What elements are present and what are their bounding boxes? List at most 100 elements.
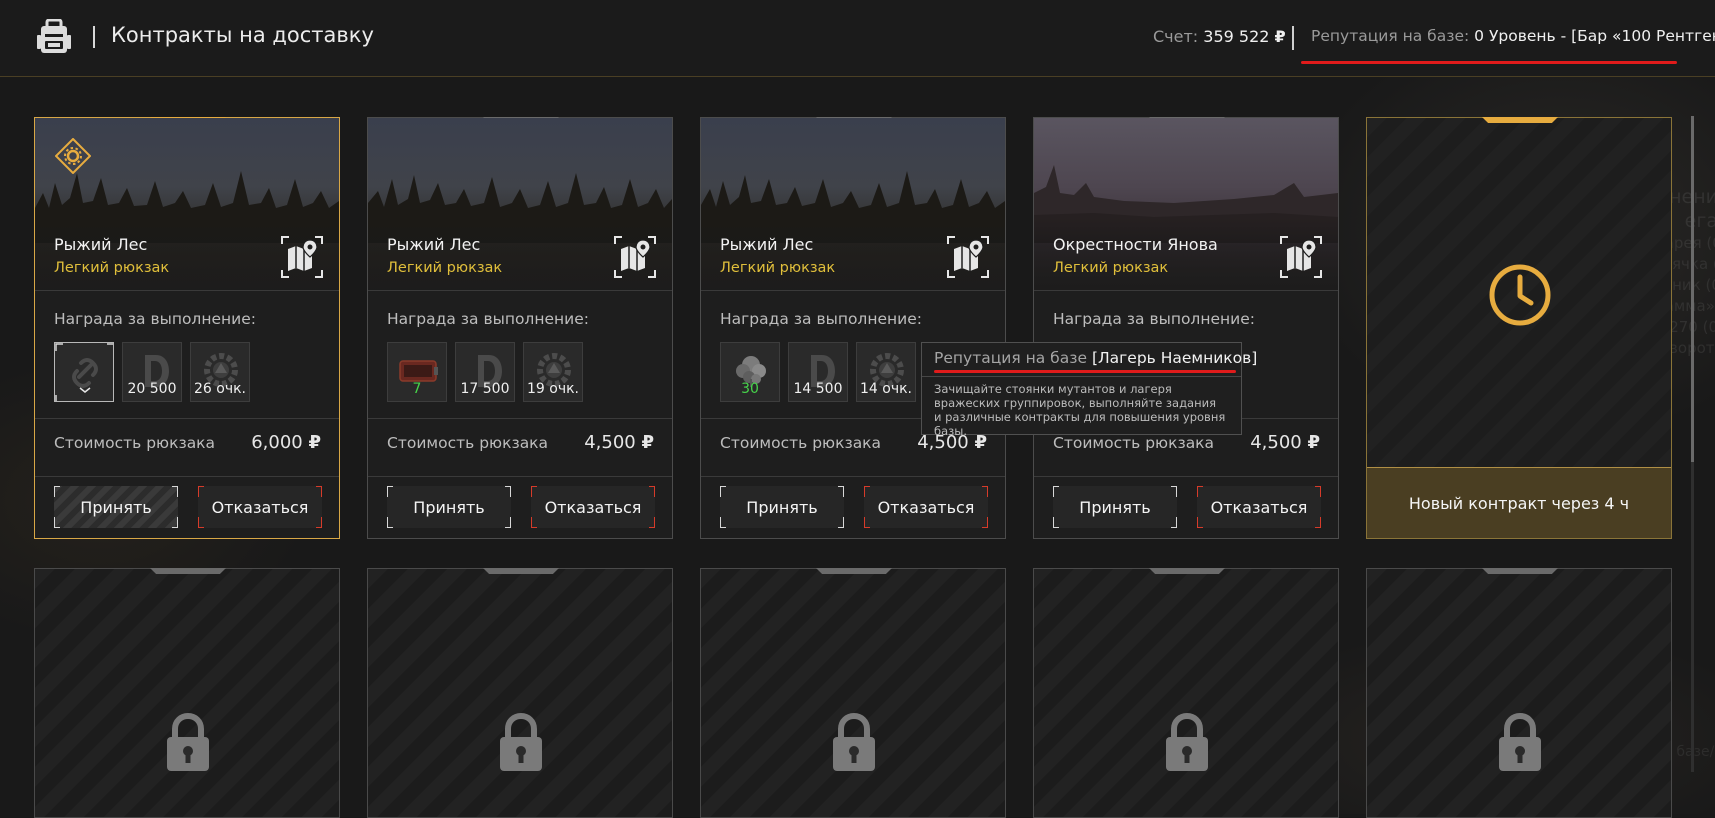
reward-label: Награда за выполнение: — [54, 310, 256, 328]
card-tab — [1149, 568, 1225, 574]
ruble-icon: ₽ — [641, 432, 654, 453]
reward-item-selector[interactable] — [54, 342, 114, 402]
decline-button[interactable]: Отказаться — [198, 486, 322, 528]
red-underline-annotation — [1301, 61, 1677, 64]
decline-button-label: Отказаться — [877, 497, 975, 517]
ruble-icon: ₽ — [1307, 432, 1320, 453]
backpack-type: Легкий рюкзак — [387, 260, 503, 276]
new-contract-timer: Новый контракт через 4 ч — [1367, 467, 1671, 538]
accept-button[interactable]: Принять — [387, 486, 511, 528]
accept-button[interactable]: Принять — [720, 486, 844, 528]
reward-item: 7 — [387, 342, 447, 402]
card-tab — [816, 568, 892, 574]
location-name: Рыжий Лес — [54, 235, 148, 254]
scrollbar-thumb[interactable] — [1691, 116, 1694, 462]
decline-button-label: Отказаться — [544, 497, 642, 517]
reputation-label: Репутация на базе: — [1311, 27, 1470, 45]
backpack-icon — [37, 19, 71, 53]
reward-value: 20 500 — [127, 381, 177, 397]
decline-button[interactable]: Отказаться — [1197, 486, 1321, 528]
card-tab — [483, 568, 559, 574]
page-title: Контракты на доставку — [111, 23, 374, 47]
decline-button-label: Отказаться — [1210, 497, 1308, 517]
cost-amount: 4,500 — [1250, 432, 1302, 453]
backpack-type: Легкий рюкзак — [54, 260, 170, 276]
reward-label: Награда за выполнение: — [720, 310, 922, 328]
reward-label: Награда за выполнение: — [1053, 310, 1255, 328]
reward-item: 19 очк. — [523, 342, 583, 402]
backpack-type: Легкий рюкзак — [1053, 260, 1169, 276]
divider — [35, 418, 339, 419]
reward-label: Награда за выполнение: — [387, 310, 589, 328]
reward-item[interactable]: 14 очк. — [856, 342, 916, 402]
ruble-icon: ₽ — [308, 432, 321, 453]
reward-value: 14 очк. — [859, 381, 912, 397]
decline-button-label: Отказаться — [211, 497, 309, 517]
clock-icon — [1489, 264, 1551, 326]
contract-card[interactable]: Окрестности Янова Легкий рюкзак Награда … — [1033, 117, 1339, 539]
location-name: Рыжий Лес — [387, 235, 481, 254]
lock-icon — [167, 713, 209, 771]
tooltip-title: Репутация на базе [Лагерь Наемников] — [934, 349, 1257, 367]
map-icon[interactable] — [281, 236, 323, 278]
reputation-display[interactable]: Репутация на базе: 0 Уровень - [Бар «100… — [1311, 27, 1715, 45]
reputation-value: 0 Уровень - [Бар «100 Рентген»] — [1474, 27, 1715, 45]
backpack-cost-label: Стоимость рюкзака — [387, 434, 549, 452]
map-icon[interactable] — [614, 236, 656, 278]
cost-amount: 4,500 — [584, 432, 636, 453]
divider — [368, 290, 672, 291]
decline-button[interactable]: Отказаться — [531, 486, 655, 528]
contract-card[interactable]: Рыжий Лес Легкий рюкзак Награда за выпол… — [34, 117, 340, 539]
divider — [368, 418, 672, 419]
accept-button[interactable]: Принять — [54, 486, 178, 528]
lock-icon — [500, 713, 542, 771]
decline-button[interactable]: Отказаться — [864, 486, 988, 528]
diamond-gear-icon — [55, 138, 91, 174]
score-display: Счет: 359 522 ₽ — [1153, 27, 1286, 46]
lock-icon — [1499, 713, 1541, 771]
backpack-cost-label: Стоимость рюкзака — [720, 434, 882, 452]
backpack-cost-value: 6,000 ₽ — [251, 432, 321, 453]
accept-button-label: Принять — [413, 497, 485, 517]
tooltip-value: [Лагерь Наемников] — [1091, 349, 1258, 367]
divider — [1034, 476, 1338, 477]
divider — [368, 476, 672, 477]
reward-item: 26 очк. — [190, 342, 250, 402]
location-name: Рыжий Лес — [720, 235, 814, 254]
reward-value: 14 500 — [793, 381, 843, 397]
score-value: 359 522 — [1203, 27, 1270, 46]
accept-button-label: Принять — [746, 497, 818, 517]
reward-item: 14 500 — [788, 342, 848, 402]
divider — [1034, 290, 1338, 291]
header-divider — [1292, 26, 1294, 50]
reward-item: 20 500 — [122, 342, 182, 402]
contract-card[interactable]: Рыжий Лес Легкий рюкзак Награда за выпол… — [367, 117, 673, 539]
location-name: Окрестности Янова — [1053, 235, 1218, 254]
divider — [701, 476, 1005, 477]
divider — [701, 290, 1005, 291]
score-label: Счет: — [1153, 27, 1199, 46]
divider — [35, 290, 339, 291]
backpack-type: Легкий рюкзак — [720, 260, 836, 276]
scrollbar-track[interactable] — [1691, 462, 1694, 772]
contract-card[interactable]: Рыжий Лес Легкий рюкзак Награда за выпол… — [700, 117, 1006, 539]
map-icon[interactable] — [947, 236, 989, 278]
locked-contract-slot — [1366, 568, 1672, 818]
header: Контракты на доставку Счет: 359 522 ₽ Ре… — [0, 0, 1715, 77]
reward-value: 19 очк. — [526, 381, 579, 397]
reward-item: 17 500 — [455, 342, 515, 402]
card-tab — [1482, 568, 1558, 574]
cost-amount: 6,000 — [251, 432, 303, 453]
accept-button[interactable]: Принять — [1053, 486, 1177, 528]
accept-button-label: Принять — [1079, 497, 1151, 517]
chevron-down-icon — [79, 387, 91, 393]
accept-button-label: Принять — [80, 497, 152, 517]
locked-contract-slot — [700, 568, 1006, 818]
backpack-cost-value: 4,500 ₽ — [584, 432, 654, 453]
reward-value: 17 500 — [460, 381, 510, 397]
backpack-cost-label: Стоимость рюкзака — [54, 434, 216, 452]
tooltip-description: Зачищайте стоянки мутантов и лагеря враж… — [934, 382, 1226, 438]
map-icon[interactable] — [1280, 236, 1322, 278]
reward-value: 30 — [741, 381, 759, 397]
locked-contract-slot — [1033, 568, 1339, 818]
